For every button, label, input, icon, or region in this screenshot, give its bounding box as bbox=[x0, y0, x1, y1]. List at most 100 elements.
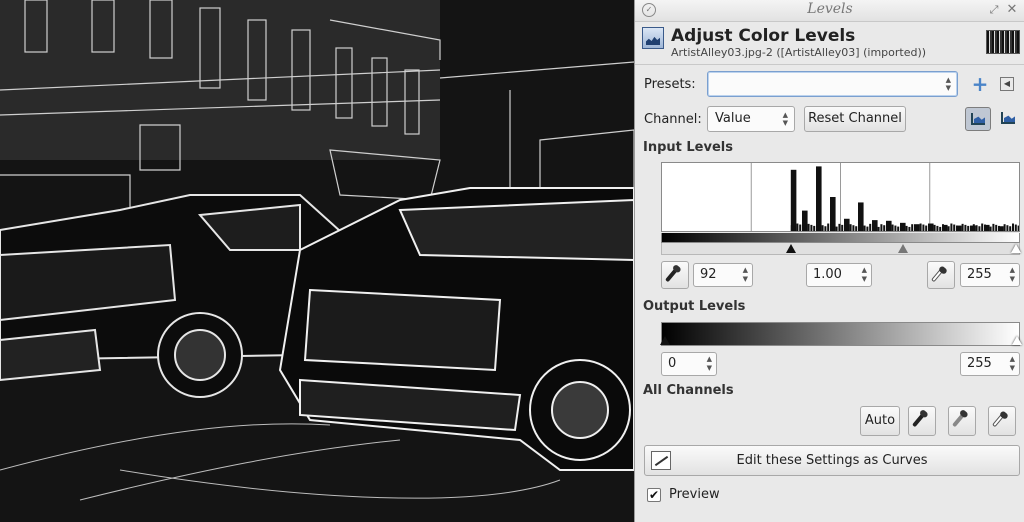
presets-label: Presets: bbox=[644, 77, 696, 92]
histogram-tail-bar bbox=[872, 224, 874, 231]
histogram-tail-bar bbox=[1000, 226, 1003, 231]
levels-dialog: ✓ Levels ⤢ ✕ Adjust Color Levels ArtistA… bbox=[634, 0, 1024, 522]
header-divider bbox=[635, 64, 1024, 65]
close-icon[interactable]: ✕ bbox=[1005, 3, 1019, 17]
histogram-tail-bar bbox=[989, 226, 992, 231]
spinner-arrows-icon[interactable]: ▲ ▼ bbox=[1010, 355, 1015, 373]
histogram-tail-bar bbox=[824, 226, 827, 231]
levels-icon bbox=[642, 27, 664, 49]
gamma-value: 1.00 bbox=[813, 267, 842, 282]
linear-histogram-icon[interactable] bbox=[965, 107, 991, 131]
histogram-tail-bar bbox=[874, 225, 877, 231]
histogram-tail-bar bbox=[793, 226, 796, 231]
input-slider-track[interactable] bbox=[661, 243, 1021, 255]
input-low-value: 92 bbox=[700, 267, 717, 282]
curves-icon bbox=[651, 451, 671, 470]
black-point-picker-icon[interactable] bbox=[908, 406, 936, 436]
white-point-picker-icon[interactable] bbox=[988, 406, 1016, 436]
spinner-arrows-icon[interactable]: ▲ ▼ bbox=[707, 355, 712, 373]
background-image bbox=[0, 0, 634, 522]
histogram-tail-bar bbox=[863, 225, 866, 231]
menu-icon[interactable]: ◀ bbox=[1000, 77, 1014, 91]
histogram-tail-bar bbox=[1017, 225, 1019, 231]
histogram-tail-bar bbox=[790, 225, 793, 231]
output-high-handle[interactable] bbox=[1012, 336, 1022, 345]
output-levels-title: Output Levels bbox=[643, 299, 746, 314]
histogram-tail-bar bbox=[925, 225, 928, 231]
histogram-tail-bar bbox=[891, 224, 894, 231]
reset-channel-button[interactable]: Reset Channel bbox=[804, 106, 906, 132]
white-point-handle[interactable] bbox=[1011, 244, 1021, 253]
spinner-arrows-icon[interactable]: ▲ ▼ bbox=[1010, 266, 1015, 284]
presets-combo[interactable]: ▲ ▼ bbox=[707, 71, 958, 97]
histogram-tail-bar bbox=[992, 223, 995, 231]
histogram-tail-bar bbox=[981, 223, 984, 231]
histogram-tail-bar bbox=[816, 226, 818, 231]
black-point-handle[interactable] bbox=[786, 244, 796, 253]
white-point-picker-icon[interactable] bbox=[927, 261, 955, 289]
histogram-tail-bar bbox=[849, 224, 852, 231]
histogram-tail-bar bbox=[1009, 226, 1012, 231]
histogram-tail-bar bbox=[964, 224, 967, 231]
histogram-tail-bar bbox=[821, 225, 824, 231]
histogram-tail-bar bbox=[933, 224, 936, 231]
histogram-tail-bar bbox=[1012, 223, 1014, 231]
spinner-arrows-icon[interactable]: ▲ ▼ bbox=[862, 266, 867, 284]
histogram-tail-bar bbox=[936, 225, 939, 231]
gamma-handle[interactable] bbox=[898, 244, 908, 253]
histogram-tail-bar bbox=[953, 224, 956, 231]
histogram-tail-bar bbox=[813, 225, 816, 231]
edit-as-curves-button[interactable]: Edit these Settings as Curves bbox=[644, 445, 1020, 476]
histogram-tail-bar bbox=[902, 224, 905, 231]
preview-checkbox[interactable]: ✔ bbox=[647, 488, 661, 502]
input-levels-title: Input Levels bbox=[643, 140, 733, 155]
gamma-spinner[interactable]: 1.00 ▲ ▼ bbox=[806, 263, 872, 287]
histogram-tail-bar bbox=[972, 224, 975, 231]
spinner-arrows-icon[interactable]: ▲ ▼ bbox=[743, 266, 748, 284]
histogram-tail-bar bbox=[919, 223, 922, 231]
histogram-tail-bar bbox=[838, 223, 841, 231]
dialog-heading: Adjust Color Levels bbox=[671, 26, 856, 46]
input-high-spinner[interactable]: 255 ▲ ▼ bbox=[960, 263, 1020, 287]
histogram-tail-bar bbox=[869, 223, 872, 231]
histogram-tail-bar bbox=[905, 225, 908, 231]
histogram-tail-bar bbox=[908, 226, 911, 231]
output-low-spinner[interactable]: 0 ▲ ▼ bbox=[661, 352, 717, 376]
histogram-tail-bar bbox=[877, 226, 880, 231]
histogram-tail-bar bbox=[1006, 225, 1009, 231]
truck-photo bbox=[0, 0, 634, 522]
histogram bbox=[661, 162, 1020, 232]
input-low-spinner[interactable]: 92 ▲ ▼ bbox=[693, 263, 753, 287]
histogram-tail-bar bbox=[942, 224, 944, 231]
dialog-header: Adjust Color Levels ArtistAlley03.jpg-2 … bbox=[635, 22, 1024, 64]
histogram-tail-bar bbox=[1014, 224, 1017, 231]
histogram-tail-bar bbox=[830, 224, 832, 231]
histogram-tail-bar bbox=[827, 223, 830, 231]
output-low-handle[interactable] bbox=[660, 336, 670, 345]
histogram-tail-bar bbox=[944, 225, 947, 231]
histogram-tail-bar bbox=[886, 226, 888, 231]
histogram-tail-bar bbox=[978, 226, 981, 231]
input-gradient bbox=[661, 233, 1020, 243]
histogram-tail-bar bbox=[961, 223, 964, 231]
histogram-tail-bar bbox=[810, 224, 813, 231]
window-title: Levels bbox=[807, 1, 853, 17]
plus-icon[interactable]: + bbox=[970, 74, 990, 94]
gray-point-picker-icon[interactable] bbox=[948, 406, 976, 436]
log-histogram-icon[interactable] bbox=[996, 107, 1020, 131]
auto-button[interactable]: Auto bbox=[860, 406, 900, 436]
output-high-value: 255 bbox=[967, 356, 992, 371]
title-bar[interactable]: ✓ Levels ⤢ ✕ bbox=[635, 0, 1024, 22]
histogram-tail-bar bbox=[880, 224, 883, 231]
image-thumbnail bbox=[986, 30, 1020, 54]
histogram-tail-bar bbox=[947, 226, 950, 231]
maximize-icon[interactable]: ⤢ bbox=[987, 3, 1001, 17]
black-point-picker-icon[interactable] bbox=[661, 261, 689, 289]
histogram-tail-bar bbox=[967, 225, 970, 231]
image-subtitle: ArtistAlley03.jpg-2 ([ArtistAlley03] (im… bbox=[671, 46, 927, 59]
histogram-tail-bar bbox=[922, 224, 925, 231]
histogram-tail-bar bbox=[939, 226, 942, 231]
channel-select[interactable]: Value ▲ ▼ bbox=[707, 106, 795, 132]
output-high-spinner[interactable]: 255 ▲ ▼ bbox=[960, 352, 1020, 376]
histogram-tail-bar bbox=[916, 226, 919, 231]
